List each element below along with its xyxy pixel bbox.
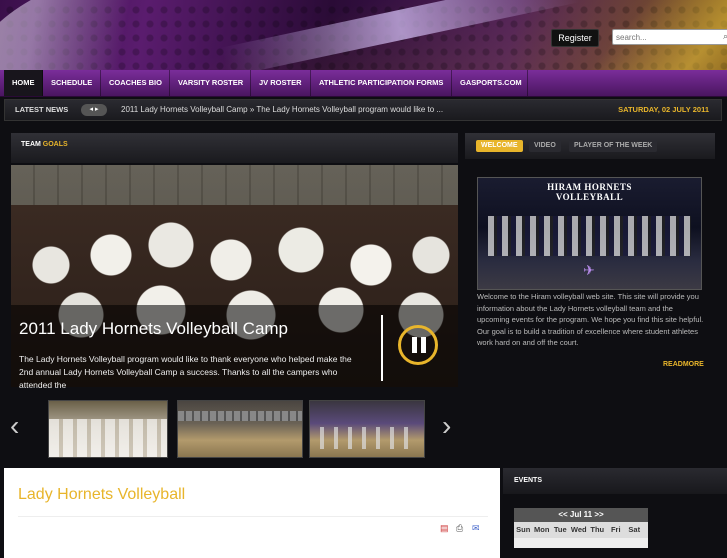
banner-hornet-graphic — [0, 0, 238, 70]
team-players — [488, 216, 691, 256]
nav-item-home[interactable]: HOME — [4, 70, 43, 96]
weekday-label: Sun — [516, 525, 531, 534]
calendar-weekdays: Sun Mon Tue Wed Thu Fri Sat — [514, 523, 648, 537]
register-button[interactable]: Register — [551, 29, 599, 47]
weekday-label: Mon — [534, 525, 550, 534]
events-header: EVENTS — [503, 468, 727, 494]
feature-caption: 2011 Lady Hornets Volleyball Camp The La… — [11, 305, 458, 390]
caption-divider — [381, 315, 383, 381]
nav-item-athletic-forms[interactable]: ATHLETIC PARTICIPATION FORMS — [311, 70, 452, 96]
search-input[interactable] — [616, 30, 712, 44]
weekday-label: Tue — [553, 525, 567, 534]
team-photo-title: HIRAM HORNETS VOLLEYBALL — [478, 182, 701, 202]
hornet-logo-icon: ✈ — [583, 262, 595, 278]
team-photo-title-line2: VOLLEYBALL — [555, 192, 624, 202]
article-tools: ▤ ⎙ ✉ — [18, 516, 488, 537]
slide-thumbnail[interactable] — [48, 400, 168, 458]
team-photo: HIRAM HORNETS VOLLEYBALL ✈ — [477, 177, 702, 290]
news-ticker: LATEST NEWS ◂ ▸ 2011 Lady Hornets Volley… — [4, 99, 722, 121]
team-photo-title-line1: HIRAM HORNETS — [547, 182, 632, 192]
chevron-left-icon[interactable]: ‹ — [10, 412, 19, 440]
feature-heading-accent: GOALS — [42, 141, 68, 148]
nav-item-varsity-roster[interactable]: VARSITY ROSTER — [170, 70, 251, 96]
chevron-right-icon[interactable]: › — [442, 412, 451, 440]
feature-header: TEAM GOALS — [11, 133, 458, 163]
nav-item-schedule[interactable]: SCHEDULE — [43, 70, 101, 96]
pdf-icon[interactable]: ▤ — [440, 523, 449, 534]
nav-item-jv-roster[interactable]: JV ROSTER — [251, 70, 311, 96]
ticker-nav-arrows[interactable]: ◂ ▸ — [81, 104, 107, 116]
nav-item-coaches-bio[interactable]: COACHES BIO — [101, 70, 170, 96]
content-heading: Lady Hornets Volleyball — [18, 486, 186, 503]
calendar-week-row[interactable] — [514, 538, 648, 548]
nav-item-gasports[interactable]: GASPORTS.COM — [452, 70, 528, 96]
feature-description: The Lady Hornets Volleyball program woul… — [19, 354, 352, 390]
print-icon[interactable]: ⎙ — [456, 523, 463, 534]
feature-heading: TEAM GOALS — [21, 141, 68, 148]
tab-welcome[interactable]: WELCOME — [476, 140, 523, 152]
current-date: SATURDAY, 02 JULY 2011 — [618, 105, 709, 114]
slide-thumbnail[interactable] — [309, 400, 425, 458]
weekday-label: Wed — [570, 525, 587, 534]
weekday-label: Sat — [628, 525, 641, 534]
right-panel-tabs: WELCOME VIDEO PLAYER OF THE WEEK — [465, 133, 715, 159]
pause-icon[interactable] — [398, 325, 438, 365]
readmore-link[interactable]: READMORE — [663, 361, 704, 368]
feature-heading-main: TEAM — [21, 141, 41, 148]
events-heading: EVENTS — [514, 477, 543, 484]
email-icon[interactable]: ✉ — [472, 523, 480, 534]
search-field[interactable]: ⌕ — [612, 29, 727, 45]
calendar-header[interactable]: << Jul 11 >> — [514, 508, 648, 522]
search-icon[interactable]: ⌕ — [723, 31, 727, 42]
feature-title[interactable]: 2011 Lady Hornets Volleyball Camp — [19, 319, 288, 339]
header-banner: Register ⌕ — [0, 0, 727, 70]
tab-player-of-the-week[interactable]: PLAYER OF THE WEEK — [569, 140, 658, 152]
ticker-label: LATEST NEWS — [15, 105, 69, 114]
welcome-text: Welcome to the Hiram volleyball web site… — [477, 292, 704, 347]
weekday-label: Thu — [590, 525, 605, 534]
weekday-label: Fri — [610, 525, 621, 534]
slide-thumbnail[interactable] — [177, 400, 303, 458]
tab-video[interactable]: VIDEO — [529, 140, 561, 152]
main-nav: HOME SCHEDULE COACHES BIO VARSITY ROSTER… — [0, 70, 727, 97]
ticker-headline[interactable]: 2011 Lady Hornets Volleyball Camp » The … — [121, 100, 443, 120]
events-calendar: << Jul 11 >> Sun Mon Tue Wed Thu Fri Sat — [514, 508, 648, 548]
